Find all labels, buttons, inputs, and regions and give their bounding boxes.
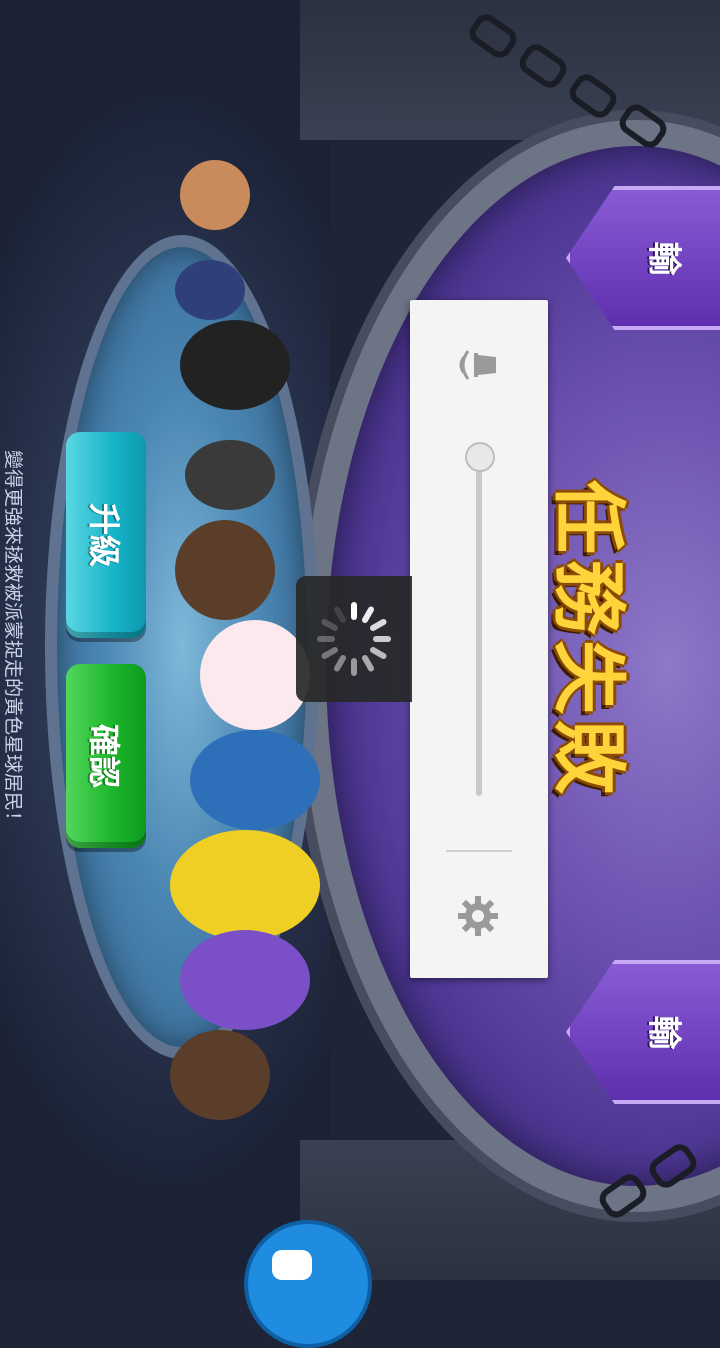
mission-failed-title: 任務失敗 bbox=[545, 480, 632, 800]
upgrade-button[interactable]: 升級 bbox=[66, 432, 146, 638]
character-brown-bear bbox=[175, 520, 275, 620]
volume-slider-thumb[interactable] bbox=[465, 442, 495, 472]
spinner-icon bbox=[317, 602, 391, 676]
character-afro bbox=[180, 320, 290, 410]
character-monkey bbox=[180, 160, 250, 230]
gear-icon[interactable] bbox=[454, 892, 502, 940]
character-knight bbox=[180, 930, 310, 1030]
confirm-button-label: 確認 bbox=[84, 723, 123, 789]
character-robot-tank bbox=[190, 730, 320, 830]
character-police bbox=[175, 260, 245, 320]
confirm-button[interactable]: 確認 bbox=[66, 664, 146, 848]
character-rabbit bbox=[200, 620, 310, 730]
volume-slider-track[interactable] bbox=[476, 456, 482, 796]
character-brown-bear-2 bbox=[170, 1030, 270, 1120]
assistant-icon bbox=[272, 1250, 312, 1280]
floating-assistant-button[interactable] bbox=[244, 1220, 372, 1348]
volume-panel bbox=[410, 300, 548, 978]
character-yellow-car bbox=[170, 830, 320, 940]
bell-icon bbox=[459, 350, 496, 380]
badge-label: 輸 bbox=[643, 241, 684, 275]
badge-label: 輸 bbox=[643, 1015, 684, 1049]
upgrade-button-label: 升級 bbox=[84, 502, 123, 568]
hint-text: 變得更強來拯救被派蒙捉走的黃色星球居民！ bbox=[2, 449, 24, 830]
loading-overlay bbox=[296, 576, 412, 702]
divider bbox=[446, 850, 512, 852]
character-skull bbox=[185, 440, 275, 510]
